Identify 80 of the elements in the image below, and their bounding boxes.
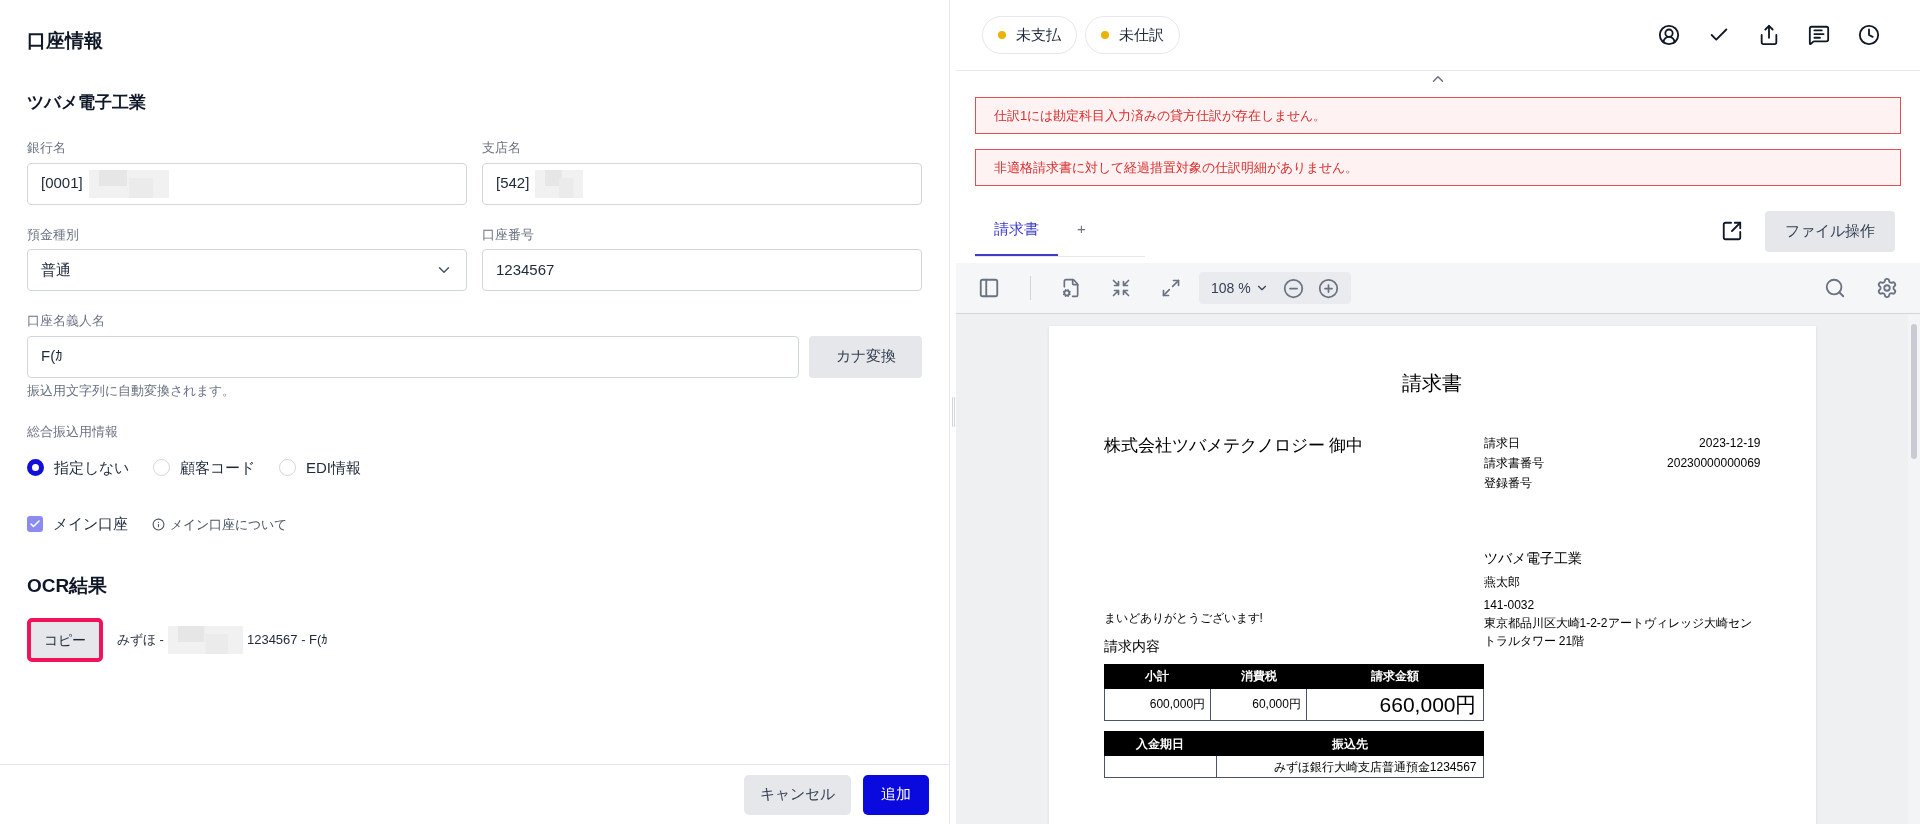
document-title: 請求書 [1401, 371, 1463, 396]
table-cell: 60,000円 [1210, 688, 1307, 721]
error-alert: 非適格請求書に対して経過措置対象の仕訳明細がありません。 [975, 149, 1901, 186]
external-link-icon[interactable] [1721, 220, 1743, 242]
table-header: 入金期日 [1104, 731, 1216, 756]
address-line: 東京都品川区大崎1-2-2アートヴィレッジ大崎セン [1483, 615, 1753, 632]
settings-icon[interactable] [1876, 277, 1898, 299]
sidebar-toggle-icon[interactable] [978, 277, 1000, 299]
checkbox[interactable] [27, 516, 43, 533]
zoom-out-icon[interactable] [1282, 277, 1304, 299]
search-icon[interactable] [1824, 277, 1846, 299]
kana-convert-button[interactable]: カナ変換 [809, 335, 922, 378]
panel-title: 口座情報 [27, 29, 104, 53]
ocr-text: 1234567 - F(ｶ [246, 631, 329, 650]
meta-value: 20230000000069 [1667, 455, 1761, 472]
scrollbar-thumb[interactable] [1911, 324, 1917, 459]
zoom-in-icon[interactable] [1317, 277, 1339, 299]
field-hint: 振込用文字列に自動変換されます。 [27, 381, 236, 400]
fit-page-icon[interactable] [1111, 278, 1131, 298]
meta-value: 2023-12-19 [1699, 435, 1761, 452]
tab[interactable]: 請求書 [975, 205, 1058, 256]
info-icon [152, 517, 165, 531]
checkbox-label: メイン口座 [53, 514, 128, 534]
text-field[interactable]: [0001] [27, 162, 467, 205]
document-settings-icon[interactable] [1061, 278, 1081, 298]
select-field[interactable]: 普通 [27, 249, 467, 291]
section-title: OCR結果 [27, 573, 109, 598]
field-value: F(ｶ [41, 346, 64, 367]
cancel-button[interactable]: キャンセル [744, 774, 851, 815]
field-label: 銀行名 [27, 139, 67, 157]
radio-option[interactable]: 顧客コード [153, 456, 255, 479]
history-icon[interactable] [1858, 24, 1880, 46]
radio-label: EDI情報 [306, 457, 361, 478]
info-link[interactable]: メイン口座について [152, 514, 287, 534]
table-header: 小計 [1104, 664, 1211, 688]
meta-label: 請求書番号 [1483, 455, 1544, 472]
text-field[interactable]: 1234567 [482, 249, 922, 291]
address-line: トラルタワー 21階 [1483, 633, 1586, 650]
field-value: 1234567 [496, 259, 555, 280]
radio-label: 指定しない [54, 457, 129, 478]
table-cell: みずほ銀行大崎支店普通預金1234567 [1216, 755, 1483, 778]
recipient-name: 株式会社ツバメテクノロジー 御中 [1103, 435, 1365, 457]
add-button[interactable]: 追加 [863, 774, 929, 815]
field-label: 口座名義人名 [27, 312, 106, 330]
table-header: 振込先 [1216, 731, 1483, 756]
radio-label: 顧客コード [180, 457, 255, 478]
radio-button[interactable] [27, 459, 44, 477]
expand-icon[interactable] [1161, 278, 1181, 298]
meta-label: 請求日 [1483, 435, 1520, 452]
field-label: 総合振込用情報 [27, 423, 119, 441]
user-icon[interactable] [1658, 24, 1680, 46]
share-icon[interactable] [1758, 24, 1780, 46]
table-header: 請求金額 [1306, 664, 1483, 688]
ocr-text: みずほ - [117, 631, 164, 650]
select-value: 普通 [41, 259, 71, 280]
section-heading: 請求内容 [1103, 636, 1161, 656]
meta-label: 登録番号 [1483, 475, 1532, 492]
error-alert: 仕訳1には勘定科目入力済みの貸方仕訳が存在しません。 [975, 97, 1901, 134]
field-label: 預金種別 [27, 225, 80, 244]
file-actions-button[interactable]: ファイル操作 [1765, 210, 1895, 252]
copy-button[interactable]: コピー [27, 618, 103, 662]
sender-person: 燕太郎 [1483, 574, 1521, 591]
comment-icon[interactable] [1808, 24, 1830, 46]
sender-name: ツバメ電子工業 [1483, 549, 1583, 568]
field-label: 支店名 [482, 139, 522, 157]
field-label: 口座番号 [482, 225, 535, 244]
greeting-text: まいどありがとうございます! [1103, 609, 1264, 627]
table-cell: 600,000円 [1104, 688, 1211, 721]
text-field[interactable]: [542] [482, 162, 922, 205]
text-field[interactable]: F(ｶ [27, 335, 799, 378]
tab[interactable]: + [1058, 205, 1105, 256]
field-value: [542] [496, 173, 530, 194]
postal-code: 141-0032 [1483, 597, 1536, 614]
company-name: ツバメ電子工業 [27, 91, 147, 114]
field-value: [0001] [41, 173, 83, 194]
radio-option[interactable]: 指定しない [27, 456, 129, 479]
table-header: 消費税 [1210, 664, 1307, 688]
redaction-mask [535, 169, 584, 198]
table-cell: 660,000円 [1306, 688, 1483, 721]
radio-option[interactable]: EDI情報 [279, 456, 361, 479]
